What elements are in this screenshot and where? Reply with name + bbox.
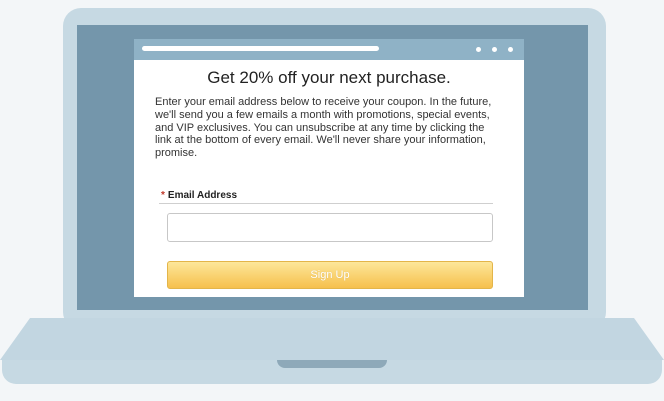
sign-up-button[interactable]: Sign Up bbox=[167, 261, 493, 289]
browser-toolbar bbox=[134, 39, 524, 60]
window-dot-icon[interactable] bbox=[492, 47, 497, 52]
address-bar[interactable] bbox=[142, 46, 379, 51]
email-field-label: * Email Address bbox=[161, 190, 237, 201]
email-label-text: Email Address bbox=[167, 190, 238, 201]
laptop-base bbox=[0, 318, 664, 360]
laptop-notch bbox=[277, 360, 387, 368]
popup-title: Get 20% off your next purchase. bbox=[207, 68, 451, 87]
required-marker: * bbox=[161, 190, 165, 201]
label-divider bbox=[159, 203, 493, 204]
browser-window: Get 20% off your next purchase. Enter yo… bbox=[134, 39, 524, 297]
popup-description: Enter your email address below to receiv… bbox=[155, 96, 492, 160]
email-field[interactable] bbox=[167, 213, 493, 242]
window-dot-icon[interactable] bbox=[476, 47, 481, 52]
window-dot-icon[interactable] bbox=[508, 47, 513, 52]
